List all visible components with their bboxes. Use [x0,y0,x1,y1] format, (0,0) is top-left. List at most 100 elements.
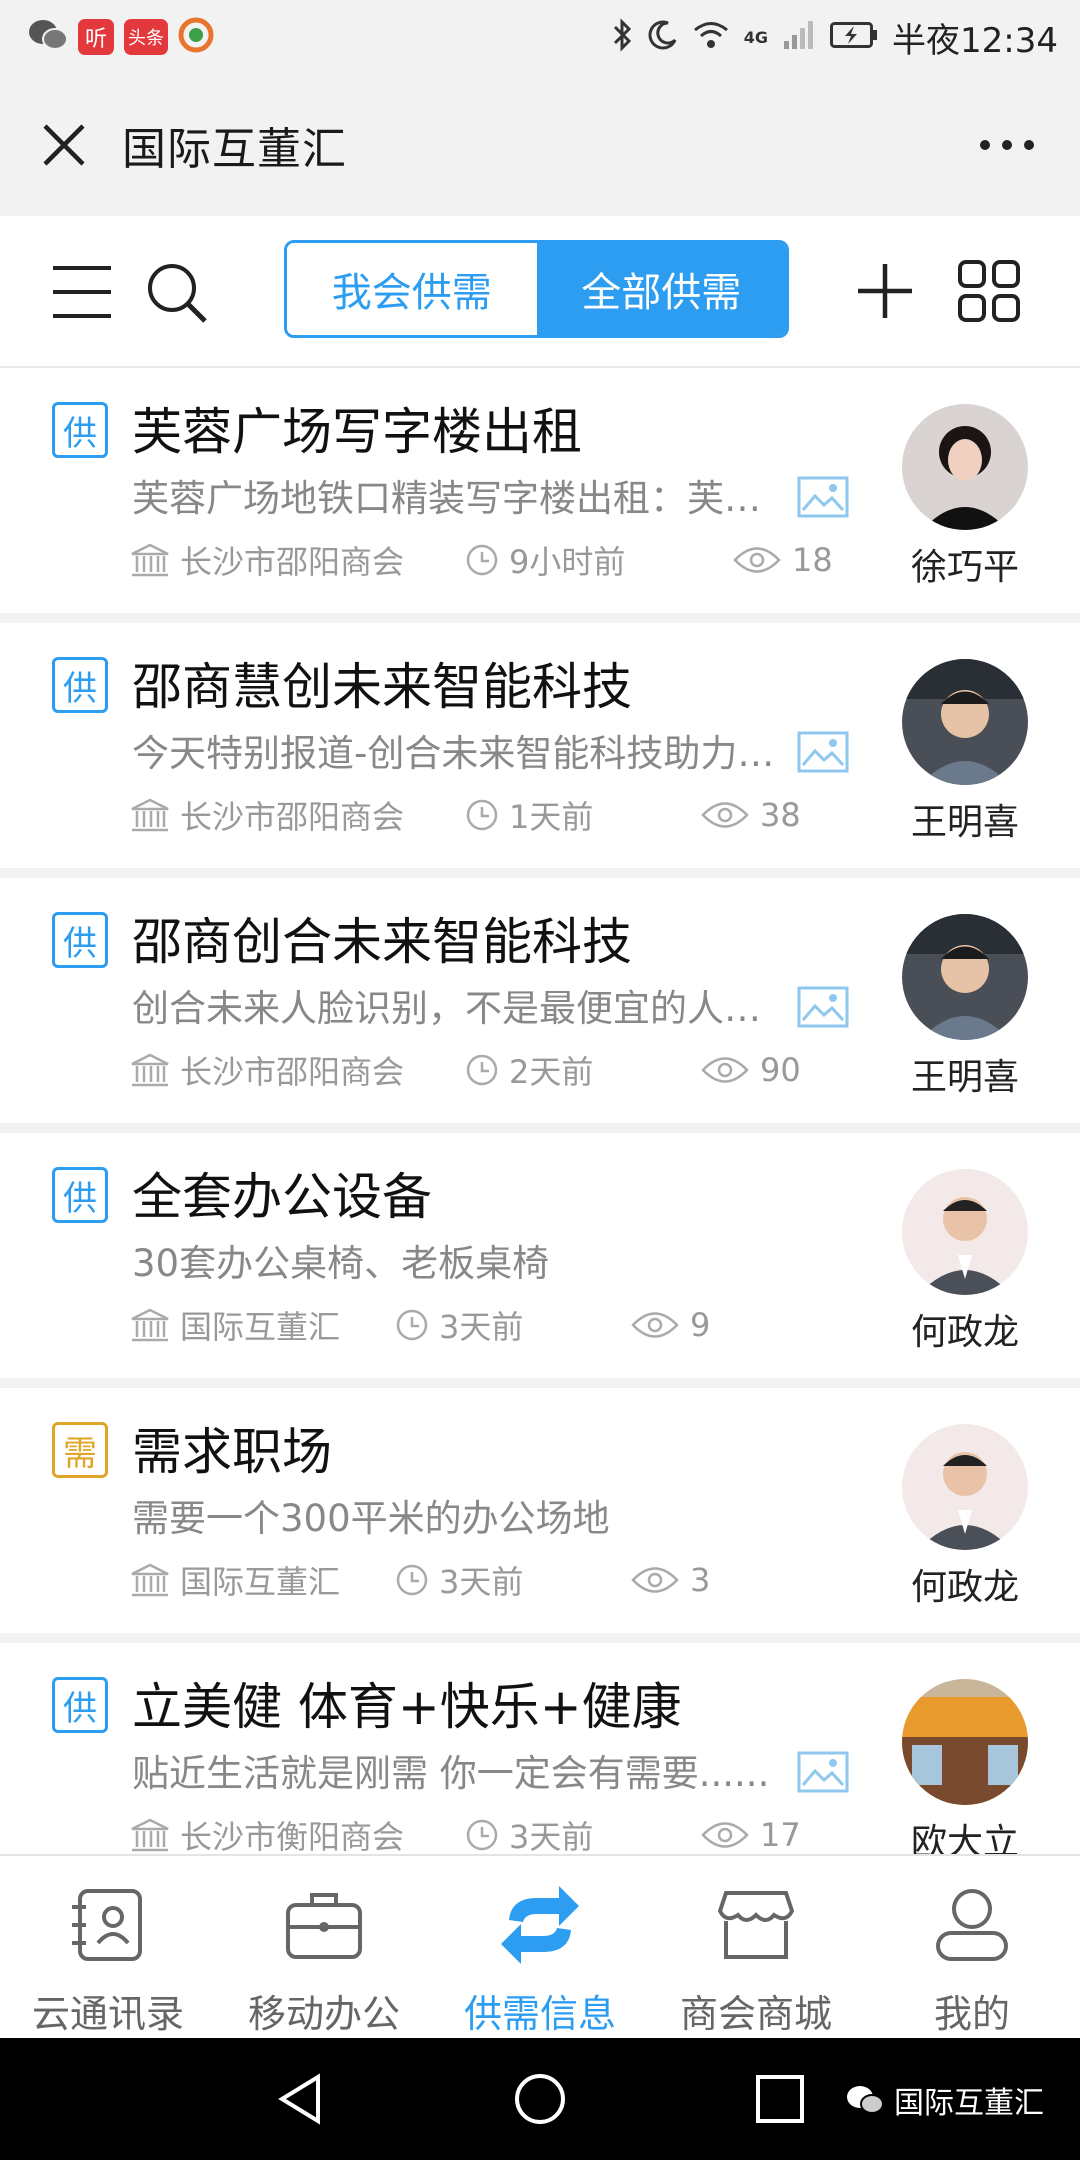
network-type-label: 4G [743,27,769,47]
nav-profile[interactable]: 我的 [864,1856,1080,2038]
time-text: 9小时前 [509,543,626,581]
item-description: 芙蓉广场地铁口精装写字楼出租：芙蓉广场地铁口精装写字楼出租 [132,477,792,520]
avatar-image [902,914,1028,1040]
institution-icon [131,1563,169,1597]
time-text: 1天前 [509,798,594,836]
eye-icon [701,1822,749,1848]
watermark-text: 国际互董汇 [894,2086,1044,2121]
nav-supply-demand[interactable]: 供需信息 [432,1856,648,2038]
back-triangle-icon [278,2073,320,2125]
organization: 长沙市邵阳商会 [130,795,405,836]
organization: 长沙市衡阳商会 [130,1815,404,1854]
browser-icon [178,17,214,57]
do-not-disturb-moon-icon [648,20,678,54]
item-title: 需求职场 [132,1423,332,1481]
item-title: 立美健 体育+快乐+健康 [132,1678,682,1736]
close-button[interactable] [36,117,92,173]
views-text: 3 [690,1561,711,1599]
nav-contacts[interactable]: 云通讯录 [0,1856,216,2038]
organization-name: 国际互董汇 [180,1563,341,1601]
wechat-icon [847,2086,884,2114]
close-icon [43,124,85,166]
supply-tag: 供 [52,402,108,458]
clock-icon [396,1309,428,1341]
grid-view-button[interactable] [954,256,1024,326]
battery-charging-icon [830,22,878,52]
item-description: 创合未来人脸识别，不是最便宜的人脸识别 [132,987,792,1030]
avatar[interactable] [902,1424,1028,1550]
nav-label: 云通讯录 [31,1992,184,2036]
home-button[interactable] [505,2064,575,2134]
author-name: 欧大立 [910,1822,1019,1854]
eye-icon [733,547,781,573]
list-item[interactable]: 供 全套办公设备 30套办公桌椅、老板桌椅 国际互董汇 3天前 9 何政龙 [0,1133,1080,1378]
view-count: 38 [700,795,801,835]
clock-icon [466,799,498,831]
supply-tag: 供 [52,657,108,713]
organization-name: 长沙市邵阳商会 [180,798,405,836]
avatar-image [902,659,1028,785]
list-item[interactable]: 供 邵商创合未来智能科技 创合未来人脸识别，不是最便宜的人脸识别 长沙市邵阳商会… [0,878,1080,1123]
item-description: 30套办公桌椅、老板桌椅 [132,1242,550,1285]
image-icon [797,1751,849,1793]
home-circle-icon [515,2074,565,2124]
avatar[interactable] [902,914,1028,1040]
organization-name: 长沙市衡阳商会 [180,1818,405,1854]
image-icon [797,986,849,1028]
organization-name: 长沙市邵阳商会 [180,1053,405,1091]
add-button[interactable] [852,258,918,324]
search-button[interactable] [142,258,212,328]
nav-chamber-mall[interactable]: 商会商城 [648,1856,864,2038]
briefcase-icon [279,1880,369,1969]
timestamp: 2天前 [465,1050,594,1091]
list-item[interactable]: 供 立美健 体育+快乐+健康 贴近生活就是刚需 你一定会有需要...... 长沙… [0,1643,1080,1854]
organization-name: 长沙市邵阳商会 [180,543,405,581]
menu-button[interactable] [50,260,114,324]
tab-my-supply-demand[interactable]: 我会供需 [287,243,537,335]
view-count: 17 [700,1815,801,1854]
item-description: 今天特别报道-创合未来智能科技助力企业发展 [132,732,792,775]
supply-tag: 供 [52,1677,108,1733]
avatar[interactable] [902,1679,1028,1805]
search-icon [148,264,207,323]
eye-icon [701,1057,749,1083]
list-item[interactable]: 供 芙蓉广场写字楼出租 芙蓉广场地铁口精装写字楼出租：芙蓉广场地铁口精装写字楼出… [0,368,1080,613]
timestamp: 9小时前 [465,540,626,581]
organization: 长沙市邵阳商会 [130,540,405,581]
nav-label: 移动办公 [247,1992,400,2036]
view-count: 90 [700,1050,801,1090]
eye-icon [631,1312,679,1338]
more-button[interactable] [972,125,1042,165]
time-text: 3天前 [439,1308,524,1346]
plus-icon [858,264,912,318]
institution-icon [131,1308,169,1342]
time-text: 2天前 [509,1053,594,1091]
item-title: 邵商创合未来智能科技 [132,913,632,971]
timestamp: 3天前 [395,1560,524,1601]
avatar[interactable] [902,1169,1028,1295]
time-text: 3天前 [439,1563,524,1601]
list-item[interactable]: 需 需求职场 需要一个300平米的办公场地 国际互董汇 3天前 3 何政龙 [0,1388,1080,1633]
wechat-icon [28,17,68,57]
eye-icon [701,802,749,828]
institution-icon [131,1053,169,1087]
item-description: 贴近生活就是刚需 你一定会有需要...... [132,1752,770,1795]
status-bar: 听 头条 4G 半夜12:34 [0,0,1080,74]
contacts-icon [63,1880,153,1969]
tab-all-supply-demand[interactable]: 全部供需 [536,243,786,335]
avatar[interactable] [902,404,1028,530]
timestamp: 3天前 [395,1305,524,1346]
author-name: 何政龙 [910,1567,1019,1608]
nav-mobile-office[interactable]: 移动办公 [216,1856,432,2038]
avatar[interactable] [902,659,1028,785]
bottom-navigation: 云通讯录 移动办公 供需信息 商会商城 我的 [0,1854,1080,2038]
item-description: 需要一个300平米的办公场地 [132,1497,610,1540]
profile-icon [927,1880,1017,1969]
recents-button[interactable] [745,2064,815,2134]
back-button[interactable] [265,2064,335,2134]
timestamp: 3天前 [465,1815,593,1854]
list-item[interactable]: 供 邵商慧创未来智能科技 今天特别报道-创合未来智能科技助力企业发展 长沙市邵阳… [0,623,1080,868]
demand-tag: 需 [52,1422,108,1478]
time-text: 3天前 [509,1818,594,1854]
item-title: 邵商慧创未来智能科技 [132,658,632,716]
